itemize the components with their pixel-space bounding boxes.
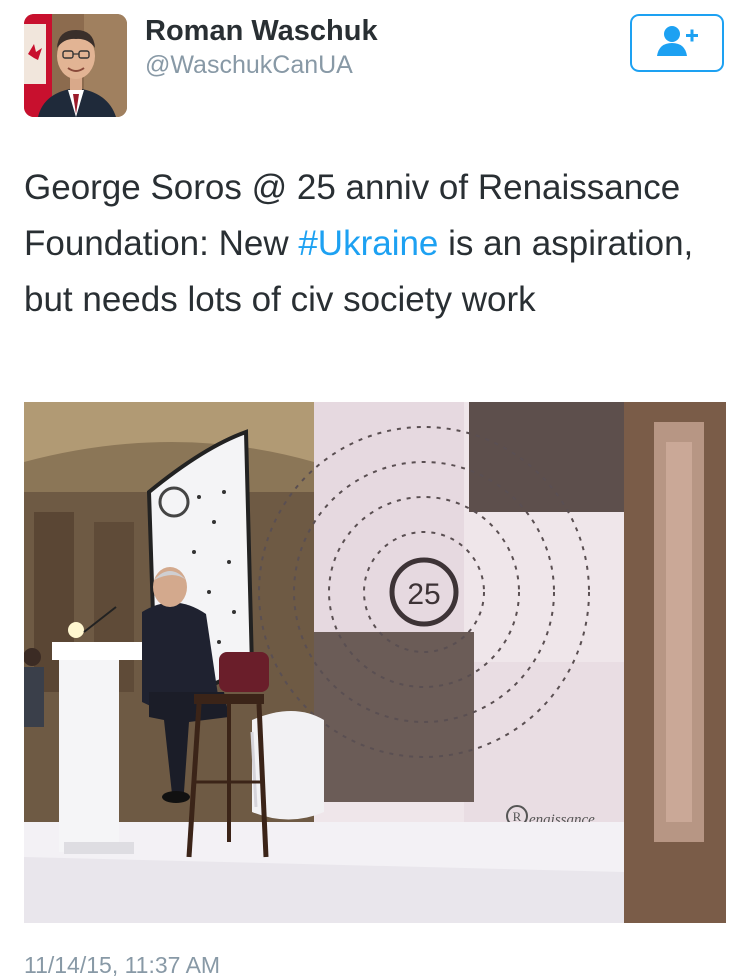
follow-button[interactable] bbox=[630, 14, 724, 72]
add-user-icon bbox=[655, 24, 699, 63]
display-name[interactable]: Roman Waschuk bbox=[145, 14, 378, 48]
backdrop-number: 25 bbox=[407, 578, 440, 611]
logo-initial: R bbox=[513, 809, 522, 824]
tweet-text: George Soros @ 25 anniv of Renaissance F… bbox=[24, 160, 729, 328]
avatar[interactable] bbox=[24, 14, 127, 117]
tweet-timestamp[interactable]: 11/14/15, 11:37 AM bbox=[24, 950, 220, 980]
tweet-card: Roman Waschuk @WaschukCanUA George Soros… bbox=[0, 0, 750, 980]
tweet-photo[interactable]: 25 R enaissance bbox=[24, 402, 726, 923]
user-handle[interactable]: @WaschukCanUA bbox=[145, 50, 353, 80]
hashtag-link[interactable]: #Ukraine bbox=[298, 224, 438, 263]
